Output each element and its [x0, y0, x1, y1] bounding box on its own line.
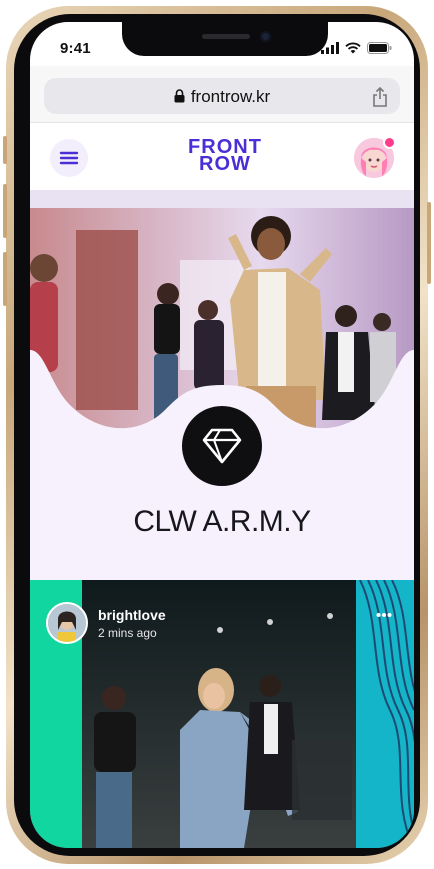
post-meta: brightlove 2 mins ago [98, 607, 166, 640]
post-username[interactable]: brightlove [98, 607, 166, 623]
author-photo [48, 604, 86, 642]
community-name: CLW A.R.M.Y [133, 505, 311, 538]
status-icons [321, 42, 392, 54]
post-author-avatar[interactable] [46, 602, 88, 644]
address-bar[interactable]: frontrow.kr [44, 78, 400, 114]
volume-up-button [3, 184, 7, 238]
status-time: 9:41 [60, 40, 91, 57]
battery-icon [367, 42, 392, 54]
share-icon[interactable] [372, 87, 388, 107]
notch [122, 22, 328, 56]
menu-button[interactable] [50, 139, 88, 177]
post-timestamp: 2 mins ago [98, 625, 157, 640]
community-hero: CLW A.R.M.Y [30, 190, 414, 580]
menu-icon [59, 151, 79, 165]
diamond-heart-icon [202, 428, 242, 464]
url-text: frontrow.kr [190, 87, 271, 106]
wifi-icon [345, 42, 361, 54]
more-icon[interactable] [376, 612, 392, 618]
front-camera [260, 31, 271, 42]
post-author[interactable]: brightlove 2 mins ago [46, 602, 166, 644]
mute-switch [3, 136, 7, 164]
browser-toolbar: frontrow.kr [30, 66, 414, 123]
community-logo [182, 406, 262, 486]
feed-post[interactable]: brightlove 2 mins ago [30, 580, 414, 848]
screen: 9:41 frontrow.kr FRONT ROW CLW A.R.M.Y b… [30, 22, 414, 848]
logo-line-2: ROW [199, 153, 251, 175]
url-display[interactable]: frontrow.kr [44, 87, 400, 107]
notification-dot [383, 136, 396, 149]
volume-down-button [3, 252, 7, 306]
lock-icon [174, 89, 185, 103]
speaker [202, 34, 250, 39]
frontrow-logo[interactable]: FRONT ROW [185, 137, 265, 175]
power-button [427, 202, 431, 284]
app-header: FRONT ROW [30, 123, 414, 190]
